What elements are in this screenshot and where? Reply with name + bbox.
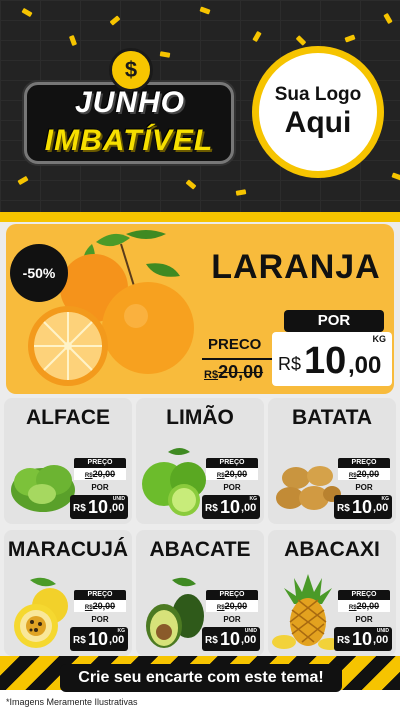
old-price: R$20,00 — [74, 600, 126, 612]
confetti — [383, 12, 393, 25]
new-price-box: KG R$ 10 ,00 — [202, 495, 260, 519]
price-integer: 10 — [352, 497, 373, 517]
header-stripe — [0, 212, 400, 222]
price-integer: 10 — [304, 340, 347, 382]
main-area: -50% LARANJA POR PRECO R$20,00 KG R$ 10 … — [0, 222, 400, 688]
currency-label: R$ — [73, 635, 86, 646]
price-decimal: ,00 — [109, 502, 125, 514]
old-price: R$20,00 — [204, 362, 264, 382]
por-label: POR — [355, 615, 373, 624]
avocado-image — [146, 577, 204, 648]
confetti — [344, 34, 356, 43]
lime-image — [142, 448, 206, 516]
product-name: ABACATE — [149, 538, 251, 561]
create-flyer-button[interactable]: Crie seu encarte com este tema! — [60, 664, 342, 692]
pineapple-image — [272, 574, 342, 650]
new-price-box: KG R$ 10 ,00 — [70, 627, 128, 651]
preco-label: PREÇO — [338, 590, 390, 600]
new-price-box: KG R$ 10 ,00 — [334, 495, 392, 519]
product-card: ALFACE PREÇO R$20,00 POR UNID R$ 10 ,00 — [4, 398, 132, 524]
por-label: POR — [284, 310, 384, 332]
logo-line1: Sua Logo — [274, 84, 362, 105]
por-label: POR — [223, 615, 241, 624]
price-tag: PREÇO R$20,00 POR — [206, 590, 258, 625]
preco-label: PREÇO — [206, 590, 258, 600]
new-price-box: UNID R$ 10 ,00 — [334, 627, 392, 651]
passion-fruit-image — [14, 577, 68, 648]
preco-label: PREÇO — [338, 458, 390, 468]
featured-price-tag: POR PRECO R$20,00 KG R$ 10 ,00 — [202, 310, 392, 386]
currency-label: R$ — [278, 354, 302, 374]
product-card: ABACATE PREÇO R$20,00 POR UNID R$ 10 ,00 — [136, 530, 264, 656]
logo-placeholder: Sua Logo Aqui — [252, 46, 384, 178]
price-tag: PREÇO R$20,00 POR — [338, 590, 390, 625]
price-tag: PREÇO R$20,00 POR — [338, 458, 390, 493]
price-tag: PREÇO R$20,00 POR — [206, 458, 258, 493]
confetti — [252, 30, 262, 43]
preco-label: PREÇO — [206, 458, 258, 468]
price-decimal: ,00 — [109, 634, 125, 646]
old-price: R$20,00 — [338, 468, 390, 480]
por-label: POR — [91, 615, 109, 624]
header: $ JUNHO IMBATÍVEL Sua Logo Aqui — [0, 0, 400, 212]
old-price: R$20,00 — [338, 600, 390, 612]
promo-banner: $ JUNHO IMBATÍVEL — [14, 42, 244, 192]
potato-image — [276, 466, 341, 510]
currency-label: R$ — [73, 503, 86, 514]
product-card: LIMÃO PREÇO R$20,00 POR KG R$ 10 ,00 — [136, 398, 264, 524]
product-name: BATATA — [291, 406, 373, 429]
por-label: POR — [223, 483, 241, 492]
banner-title-line1: JUNHO — [74, 86, 185, 119]
preco-label: PREÇO — [74, 458, 126, 468]
currency-label: R$ — [205, 635, 218, 646]
price-decimal: ,00 — [241, 634, 257, 646]
currency-label: R$ — [205, 503, 218, 514]
confetti — [295, 35, 307, 46]
discount-badge: -50% — [10, 244, 68, 302]
confetti — [21, 7, 33, 18]
price-decimal: ,00 — [348, 352, 382, 379]
new-price-box: UNID R$ 10 ,00 — [70, 495, 128, 519]
disclaimer-text: *Imagens Meramente Ilustrativas — [6, 697, 138, 707]
preco-label: PREÇO — [74, 590, 126, 600]
price-decimal: ,00 — [373, 502, 389, 514]
new-price-box: KG R$ 10 ,00 — [272, 332, 392, 386]
product-card: MARACUJÁ PREÇO R$20,00 POR KG R$ 10 ,00 — [4, 530, 132, 656]
preco-underline — [202, 358, 272, 360]
lettuce-image — [11, 465, 75, 512]
banner-title-line2: IMBATÍVEL — [44, 124, 214, 157]
price-integer: 10 — [88, 629, 109, 649]
new-price-box: UNID R$ 10 ,00 — [202, 627, 260, 651]
por-label: POR — [91, 483, 109, 492]
product-card: ABACAXI PREÇO R$20,00 POR UNID R$ 10 ,00 — [268, 530, 396, 656]
price-integer: 10 — [352, 629, 373, 649]
product-name: ALFACE — [26, 406, 110, 429]
product-name: ABACAXI — [284, 538, 380, 561]
old-price: R$20,00 — [206, 468, 258, 480]
logo-line2: Aqui — [284, 106, 352, 139]
unit-label: KG — [372, 334, 387, 344]
price-integer: 10 — [220, 497, 241, 517]
product-name: LIMÃO — [166, 406, 234, 429]
por-label: POR — [355, 483, 373, 492]
price-integer: 10 — [88, 497, 109, 517]
old-price: R$20,00 — [74, 468, 126, 480]
price-decimal: ,00 — [241, 502, 257, 514]
confetti — [199, 6, 211, 15]
currency-label: R$ — [337, 635, 350, 646]
featured-product: -50% LARANJA POR PRECO R$20,00 KG R$ 10 … — [6, 224, 394, 394]
confetti — [391, 172, 400, 181]
currency-label: R$ — [337, 503, 350, 514]
old-price: R$20,00 — [206, 600, 258, 612]
preco-label: PRECO — [208, 336, 262, 353]
product-card: BATATA PREÇO R$20,00 POR KG R$ 10 ,00 — [268, 398, 396, 524]
price-decimal: ,00 — [373, 634, 389, 646]
featured-product-name: LARANJA — [211, 248, 381, 286]
confetti — [109, 15, 121, 26]
product-name: MARACUJÁ — [7, 538, 129, 561]
price-integer: 10 — [220, 629, 241, 649]
price-tag: PREÇO R$20,00 POR — [74, 590, 126, 625]
price-tag: PREÇO R$20,00 POR — [74, 458, 126, 493]
